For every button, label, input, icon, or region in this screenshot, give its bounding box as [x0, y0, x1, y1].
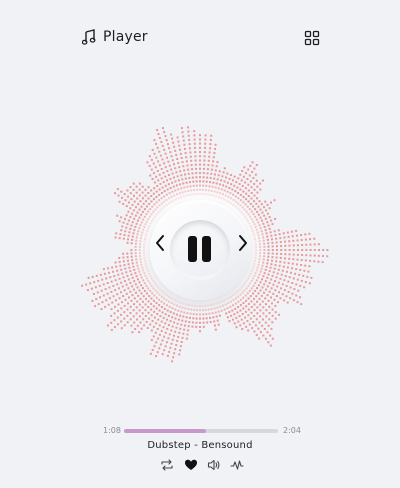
music-note-icon	[82, 29, 96, 45]
repeat-button[interactable]	[160, 458, 174, 472]
waveform-button[interactable]	[230, 458, 244, 472]
app-title: Player	[103, 29, 148, 45]
progress-bar[interactable]	[124, 429, 278, 433]
volume-icon	[207, 458, 221, 472]
track-title: Dubstep - Bensound	[147, 440, 253, 451]
total-time: 2:04	[283, 426, 301, 435]
grid-menu-button[interactable]	[304, 30, 320, 46]
chevron-left-icon	[153, 235, 167, 257]
grid-icon	[304, 30, 320, 50]
volume-button[interactable]	[207, 458, 221, 472]
progress-row: 1:08 2:04	[0, 424, 400, 438]
pause-button[interactable]	[170, 220, 230, 280]
heart-icon	[184, 458, 198, 472]
like-button[interactable]	[184, 458, 198, 472]
chevron-right-icon	[236, 235, 250, 257]
app-logo: Player	[82, 29, 148, 45]
progress-fill	[124, 429, 207, 433]
header: Player	[0, 0, 400, 76]
current-time: 1:08	[103, 426, 121, 435]
waveform-icon	[230, 458, 244, 472]
next-button[interactable]	[236, 233, 250, 253]
repeat-icon	[160, 458, 174, 472]
bottom-controls	[0, 458, 400, 472]
previous-button[interactable]	[153, 233, 167, 253]
